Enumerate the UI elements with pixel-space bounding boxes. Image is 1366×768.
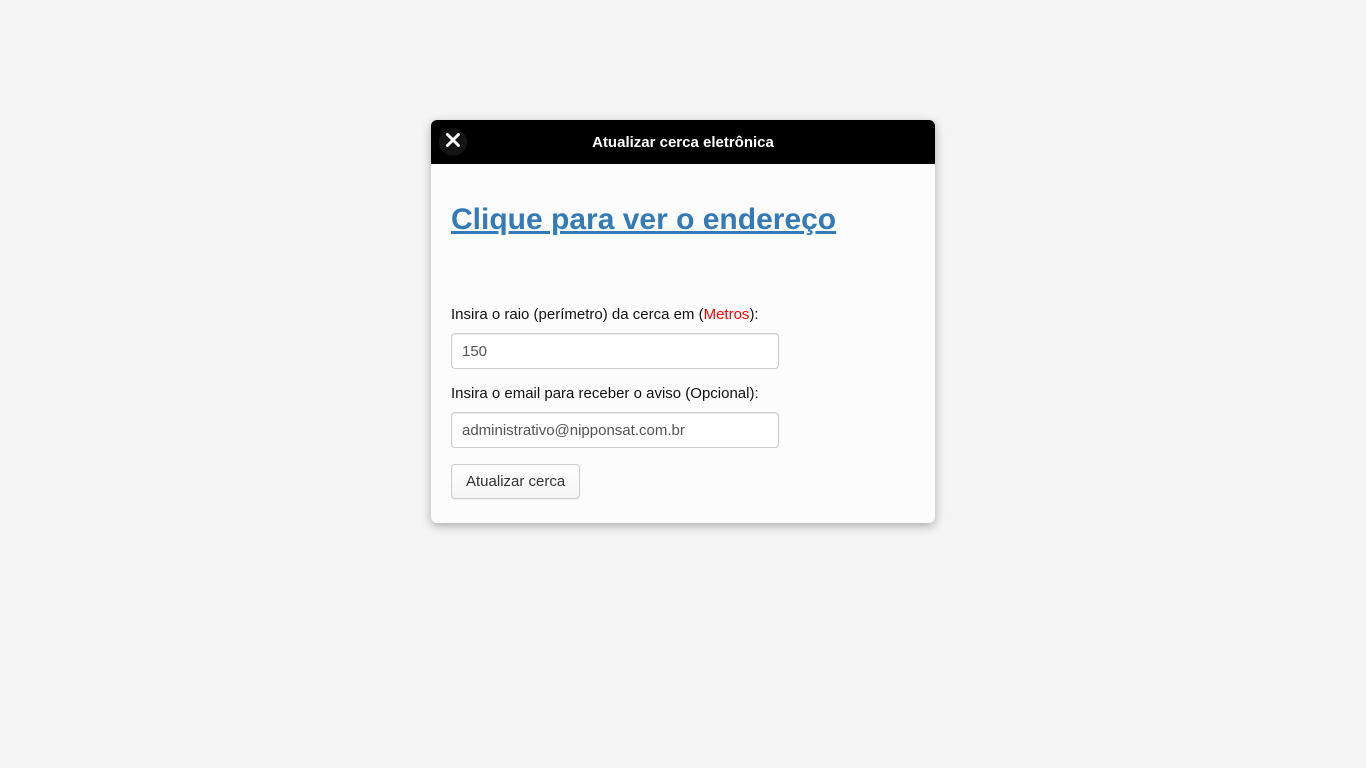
popup-header: Atualizar cerca eletrônica xyxy=(431,120,935,164)
radius-input[interactable] xyxy=(451,333,779,369)
email-input[interactable] xyxy=(451,412,779,448)
view-address-link[interactable]: Clique para ver o endereço xyxy=(451,202,915,238)
update-geofence-popup: Atualizar cerca eletrônica Clique para v… xyxy=(431,120,935,523)
radius-unit: Metros xyxy=(704,306,750,323)
close-icon xyxy=(445,132,461,153)
email-label: Insira o email para receber o aviso (Opc… xyxy=(451,385,915,402)
radius-label-prefix: Insira o raio (perímetro) da cerca em ( xyxy=(451,306,704,323)
radius-label: Insira o raio (perímetro) da cerca em (M… xyxy=(451,306,915,323)
popup-body: Clique para ver o endereço Insira o raio… xyxy=(431,164,935,523)
update-fence-button[interactable]: Atualizar cerca xyxy=(451,464,580,499)
close-button[interactable] xyxy=(439,128,467,156)
popup-title: Atualizar cerca eletrônica xyxy=(592,134,774,151)
radius-label-suffix: ): xyxy=(749,306,758,323)
